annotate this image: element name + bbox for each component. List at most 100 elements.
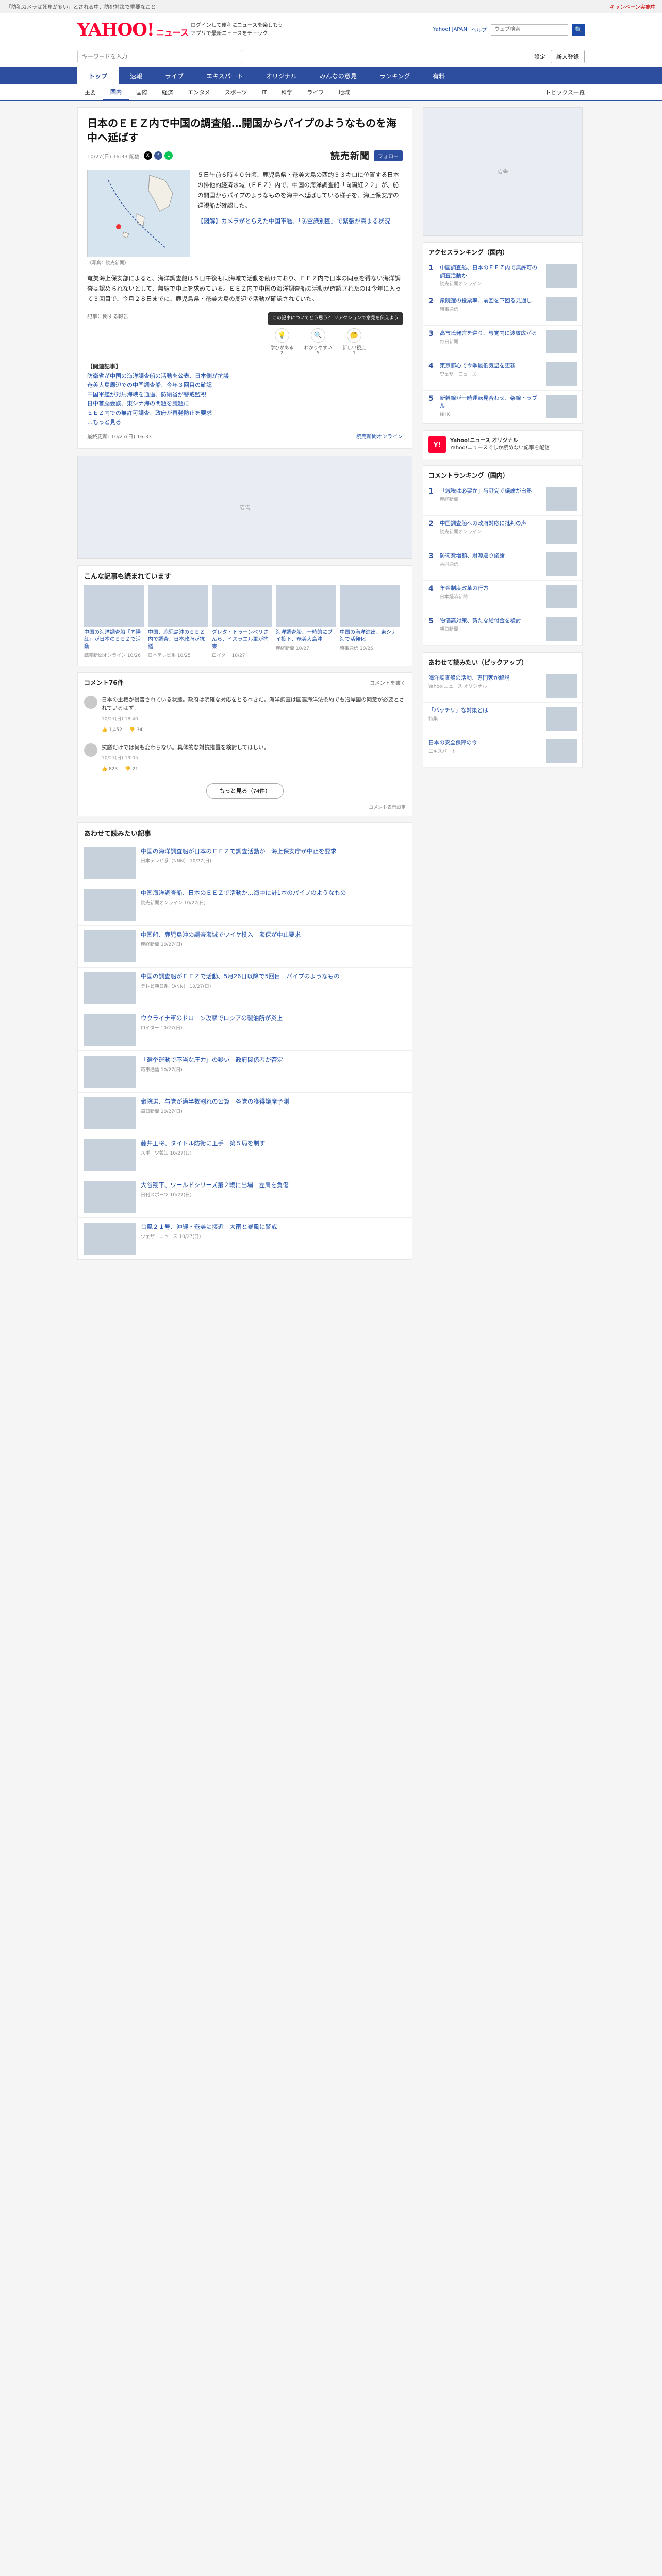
more-related-link[interactable]: …もっと見る [87,419,121,426]
thumb-meta: ロイター 10/27 [212,653,245,658]
list-item[interactable]: 中国の調査船がＥＥＺで活動、5月26日以降で5回目 パイプのようなもの テレビ朝日… [78,967,412,1009]
list-item[interactable]: 衆院選、与党が過半数割れの公算 各党の獲得議席予測 毎日新聞 10/27(日) [78,1092,412,1134]
top-message[interactable]: 「防犯カメラは死角が多い」とされる中、防犯対策で重要なこと [6,3,610,10]
tab-economy[interactable]: 経済 [155,84,180,100]
rank-number: 4 [428,585,434,593]
map-image[interactable] [87,170,190,257]
rank-meta: 産経新聞 [440,497,459,502]
top-promo[interactable]: キャンペーン実施中 [610,3,656,10]
tab-it[interactable]: IT [254,84,274,100]
tab-main[interactable]: 主要 [77,84,103,100]
list-item[interactable]: 「選挙運動で不当な圧力」の疑い 政府関係者が否定 時事通信 10/27(日) [78,1050,412,1092]
list-meta: 日本テレビ系（NNN） 10/27(日) [141,859,212,864]
ranking-item[interactable]: 5 物価高対策、新たな給付金を検討 朝日新聞 [423,613,582,646]
pickup-item[interactable]: 海洋調査船の活動、専門家が解説 Yahoo!ニュース オリジナル [423,670,582,703]
ranking-item[interactable]: 2 中国調査船への政府対応に批判の声 読売新聞オンライン [423,516,582,548]
read-also-item[interactable]: 中国の海洋調査船「向陽紅」が日本のＥＥＺで活動 読売新聞オンライン 10/26 [84,585,144,658]
tab-life[interactable]: ライフ [300,84,331,100]
web-search-button[interactable]: 🔍 [572,24,585,36]
line-share-icon[interactable]: L [164,151,173,160]
facebook-share-icon[interactable]: f [154,151,162,160]
read-also-item[interactable]: 海洋調査船、一時的にブイ投下、奄美大島沖 産経新聞 10/27 [276,585,336,658]
nav-top[interactable]: トップ [77,67,119,84]
related-link[interactable]: 日中首脳会談、東シナ海の問題を議題に [87,400,189,407]
ranking-item[interactable]: 3 高市氏発言を巡り、与党内に波紋広がる 毎日新聞 [423,326,582,358]
register-button[interactable]: 新人登録 [551,50,585,63]
write-comment-link[interactable]: コメントを書く [370,679,406,686]
ranking-item[interactable]: 5 新幹線が一時運転見合わせ、架線トラブル NHK [423,391,582,423]
yahoo-japan-link[interactable]: Yahoo! JAPAN [433,27,467,32]
related-link[interactable]: 中国軍艦が対馬海峡を通過、防衛省が警戒監視 [87,391,206,398]
header-promo-line-1[interactable]: ログインして便利にニュースを楽しもう [191,22,433,30]
report-link[interactable]: 記事に関する報告 [87,312,128,320]
thumbnail [546,674,577,698]
reaction-new-view[interactable]: 🤔 新しい視点 1 [340,328,368,356]
downvote-button[interactable]: 👎 34 [129,726,143,735]
tab-entertainment[interactable]: エンタメ [180,84,218,100]
list-title: 中国海洋調査船、日本のＥＥＺで活動か…海中に計1本のパイプのようなもの [141,889,346,896]
recommended-title: あわせて読みたい記事 [84,830,152,838]
ranking-item[interactable]: 2 衆院選の投票率、前回を下回る見通し 時事通信 [423,293,582,326]
list-item[interactable]: 大谷翔平、ワールドシリーズ第２戦に出場 左肩を負傷 日刊スポーツ 10/27(日) [78,1176,412,1217]
publisher-link[interactable]: 読売新聞オンライン [356,432,403,440]
banner-ad[interactable]: 広告 [77,456,412,559]
thumbnail [212,585,272,627]
tab-local[interactable]: 地域 [331,84,357,100]
upvote-button[interactable]: 👍 1,452 [102,726,122,735]
list-item[interactable]: ウクライナ軍のドローン攻撃でロシアの製油所が炎上 ロイター 10/27(日) [78,1009,412,1050]
pickup-item[interactable]: 日本の安全保障の今 エキスパート [423,735,582,768]
upvote-button[interactable]: 👍 823 [102,765,118,774]
reaction-clear[interactable]: 🔍 わかりやすい 5 [304,328,332,356]
more-comments-button[interactable]: もっと見る（74件） [206,783,284,799]
follow-button[interactable]: フォロー [374,150,403,161]
list-item[interactable]: 台風２１号、沖縄・奄美に接近 大雨と暴風に警戒 ウェザーニュース 10/27(日) [78,1217,412,1259]
list-item[interactable]: 中国海洋調査船、日本のＥＥＺで活動か…海中に計1本のパイプのようなもの 読売新聞オ… [78,884,412,925]
official-desc: Yahoo!ニュースでしか読めない記事を配信 [450,445,550,451]
tab-science[interactable]: 科学 [274,84,300,100]
downvote-button[interactable]: 👎 21 [125,765,138,774]
nav-live[interactable]: ライブ [154,67,195,84]
nav-ranking[interactable]: ランキング [368,67,422,84]
list-title: 大谷翔平、ワールドシリーズ第２戦に出場 左肩を負傷 [141,1181,289,1189]
nav-opinion[interactable]: みんなの意見 [308,67,368,84]
ranking-item[interactable]: 4 年金制度改革の行方 日本経済新聞 [423,581,582,613]
publisher-logo[interactable]: 読売新聞 [330,149,370,162]
ranking-item[interactable]: 1 「減税は必要か」与野党で議論が白熱 産経新聞 [423,483,582,516]
reaction-learn[interactable]: 💡 学びがある 2 [268,328,296,356]
tab-world[interactable]: 国際 [129,84,155,100]
list-item[interactable]: 中国の海洋調査船が日本のＥＥＺで調査活動か 海上保安庁が中止を要求 日本テレビ系（… [78,842,412,884]
sidebar-ad[interactable]: 広告 [423,107,583,236]
ranking-item[interactable]: 3 防衛費増額、財源巡り議論 共同通信 [423,548,582,581]
settings-link[interactable]: 設定 [534,53,545,61]
list-item[interactable]: 中国船、鹿児島沖の調査海域でワイヤ投入 海保が中止要求 産経新聞 10/27(日) [78,925,412,967]
yahoo-news-logo[interactable]: YAHOO! ニュース [77,20,191,40]
related-link[interactable]: 奄美大島周辺での中国調査船、今年３回目の確認 [87,382,212,388]
tab-sports[interactable]: スポーツ [218,84,255,100]
ranking-item[interactable]: 4 東京都心で今季最低気温を更新 ウェザーニュース [423,358,582,391]
header-promo-line-2[interactable]: アプリで最新ニュースをチェック [191,30,433,38]
nav-original[interactable]: オリジナル [255,67,308,84]
lead-highlight-link[interactable]: 【図解】カメラがとらえた中国軍艦、「防空識別圏」で緊張が高まる状況 [197,217,390,225]
news-search-input[interactable] [77,50,242,63]
pickup-item[interactable]: 「バッチリ」な対策とは 特集 [423,703,582,735]
read-also-item[interactable]: 中国の海洋進出、東シナ海で活発化 時事通信 10/26 [340,585,400,658]
tab-domestic[interactable]: 国内 [103,84,129,100]
list-meta: 産経新聞 10/27(日) [141,942,183,947]
official-box[interactable]: Y! Yahoo!ニュース オリジナル Yahoo!ニュースでしか読めない記事を… [423,430,583,459]
help-link[interactable]: ヘルプ [471,26,487,33]
web-search-input[interactable] [491,24,568,36]
comment-settings-link[interactable]: コメント表示設定 [84,804,406,810]
nav-expert[interactable]: エキスパート [195,67,255,84]
site-header: YAHOO! ニュース ログインして便利にニュースを楽しもう アプリで最新ニュー… [0,13,662,46]
nav-paid[interactable]: 有料 [421,67,456,84]
thumb-meta: 読売新聞オンライン 10/26 [84,653,141,658]
ranking-item[interactable]: 1 中国調査船、日本のＥＥＺ内で無許可の調査活動か 読売新聞オンライン [423,260,582,293]
nav-breaking[interactable]: 速報 [119,67,154,84]
related-link[interactable]: ＥＥＺ内での無許可調査、政府が再発防止を要求 [87,410,212,416]
list-item[interactable]: 藤井王将、タイトル防衛に王手 第５局を制す スポーツ報知 10/27(日) [78,1134,412,1176]
x-share-icon[interactable]: X [143,151,152,160]
topics-list-link[interactable]: トピックス一覧 [545,88,585,96]
related-link[interactable]: 防衛省が中国の海洋調査船の活動を公表、日本側が抗議 [87,372,229,379]
read-also-item[interactable]: 中国、鹿児島沖のＥＥＺ内で調査、日本政府が抗議 日本テレビ系 10/25 [148,585,208,658]
read-also-item[interactable]: グレタ・トゥーンベリさんら、イスラエル軍が拘束 ロイター 10/27 [212,585,272,658]
